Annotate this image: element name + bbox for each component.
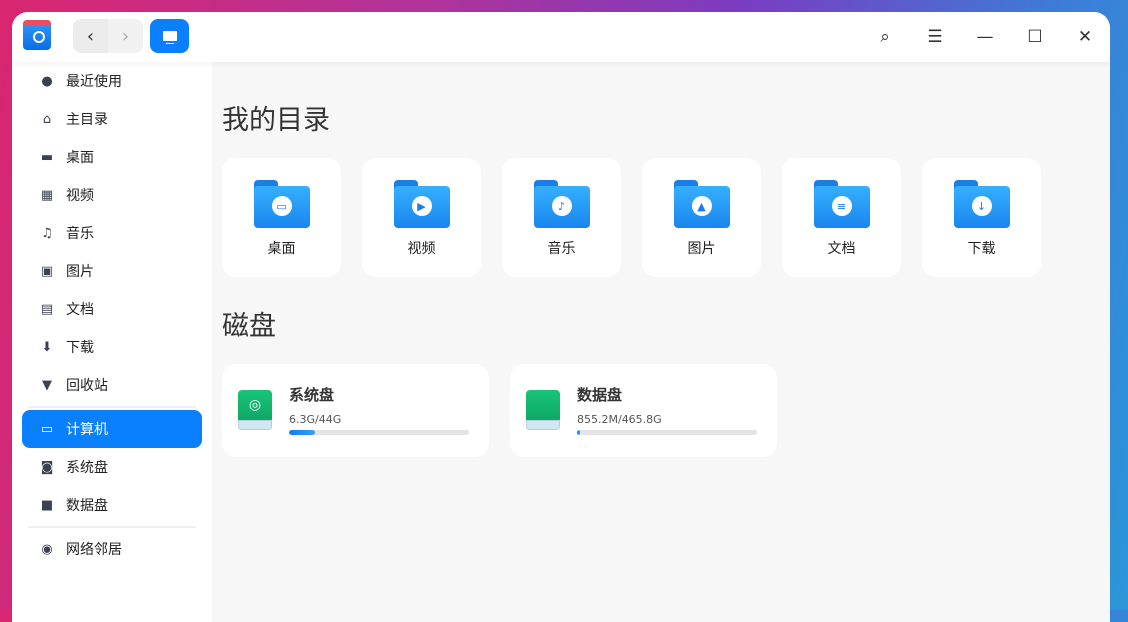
- sidebar-item-trash[interactable]: ▼ 回收站: [22, 366, 202, 404]
- minimize-button[interactable]: —: [960, 12, 1010, 62]
- folder-documents[interactable]: ≡ 文档: [782, 158, 901, 277]
- menu-button[interactable]: ☰: [910, 12, 960, 62]
- trash-icon: ▼: [42, 377, 52, 393]
- music-folder-icon: ♪: [533, 180, 590, 228]
- computer-breadcrumb-button[interactable]: [150, 19, 189, 53]
- usage-fill: [289, 430, 315, 435]
- video-folder-icon: ▶: [393, 180, 450, 228]
- sidebar-item-recent[interactable]: ● 最近使用: [22, 62, 202, 100]
- clock-icon: ●: [41, 73, 53, 89]
- data-disk-icon: [526, 390, 560, 432]
- network-icon: ◉: [41, 541, 53, 557]
- sidebar-item-system-disk[interactable]: ◙ 系统盘: [22, 448, 202, 486]
- my-directories-title: 我的目录: [222, 105, 330, 136]
- home-icon: ⌂: [42, 111, 52, 127]
- maximize-button[interactable]: ☐: [1010, 12, 1060, 62]
- nav-buttons: ‹ ›: [73, 19, 143, 53]
- sidebar-item-data-disk[interactable]: ■ 数据盘: [22, 486, 202, 524]
- disk-data[interactable]: 数据盘 855.2M/465.8G: [510, 364, 777, 457]
- divider: [28, 526, 196, 528]
- document-icon: ▤: [40, 301, 54, 317]
- folder-videos[interactable]: ▶ 视频: [362, 158, 481, 277]
- folder-downloads[interactable]: ↓ 下载: [922, 158, 1041, 277]
- sidebar-item-downloads[interactable]: ⬇ 下载: [22, 328, 202, 366]
- computer-icon: [162, 31, 177, 44]
- folder-desktop[interactable]: ▭ 桌面: [222, 158, 341, 277]
- usage-fill: [577, 430, 580, 435]
- disk-system[interactable]: ◎ 系统盘 6.3G/44G: [222, 364, 489, 457]
- download-icon: ⬇: [41, 339, 53, 355]
- folder-pictures[interactable]: ▲ 图片: [642, 158, 761, 277]
- sidebar-item-desktop[interactable]: ▬ 桌面: [22, 138, 202, 176]
- disk-icon: ■: [40, 497, 54, 513]
- folder-music[interactable]: ♪ 音乐: [502, 158, 621, 277]
- sidebar-item-pictures[interactable]: ▣ 图片: [22, 252, 202, 290]
- back-button[interactable]: ‹: [73, 19, 108, 53]
- download-folder-icon: ↓: [953, 180, 1010, 228]
- sidebar-item-videos[interactable]: ▦ 视频: [22, 176, 202, 214]
- music-icon: ♫: [41, 225, 53, 241]
- system-disk-icon: ◎: [238, 390, 272, 432]
- forward-button[interactable]: ›: [108, 19, 143, 53]
- document-folder-icon: ≡: [813, 180, 870, 228]
- sidebar-item-network[interactable]: ◉ 网络邻居: [22, 530, 202, 568]
- close-button[interactable]: ✕: [1060, 12, 1110, 62]
- sidebar-item-home[interactable]: ⌂ 主目录: [22, 100, 202, 138]
- picture-folder-icon: ▲: [673, 180, 730, 228]
- sidebar-item-music[interactable]: ♫ 音乐: [22, 214, 202, 252]
- disks-title: 磁盘: [222, 311, 276, 342]
- usage-bar: [577, 430, 757, 435]
- search-button[interactable]: ⌕: [860, 12, 910, 62]
- sidebar-item-documents[interactable]: ▤ 文档: [22, 290, 202, 328]
- video-icon: ▦: [40, 187, 54, 203]
- app-logo-icon: [23, 20, 51, 50]
- disk-icon: ◙: [40, 459, 54, 475]
- main-content: 我的目录 ▭ 桌面 ▶ 视频 ♪ 音乐 ▲ 图片 ≡ 文档 ↓ 下载 磁盘 ◎ 系统盘 6.…: [212, 62, 1110, 622]
- desktop-icon: ▬: [40, 149, 54, 165]
- usage-bar: [289, 430, 469, 435]
- computer-icon: ▭: [40, 421, 54, 437]
- titlebar: ‹ › ⌕ ☰ — ☐ ✕: [12, 12, 1110, 62]
- sidebar: ● 最近使用 ⌂ 主目录 ▬ 桌面 ▦ 视频 ♫ 音乐 ▣ 图片 ▤ 文档 ⬇ 下载 ▼ 回收站 …: [12, 62, 212, 622]
- file-manager-window: ‹ › ⌕ ☰ — ☐ ✕ ● 最近使用 ⌂ 主目录 ▬ 桌面 ▦ 视频 ♫ 音乐 ▣ 图片…: [12, 12, 1110, 622]
- sidebar-item-computer[interactable]: ▭ 计算机: [22, 410, 202, 448]
- divider: [28, 406, 196, 408]
- desktop-folder-icon: ▭: [253, 180, 310, 228]
- picture-icon: ▣: [40, 263, 54, 279]
